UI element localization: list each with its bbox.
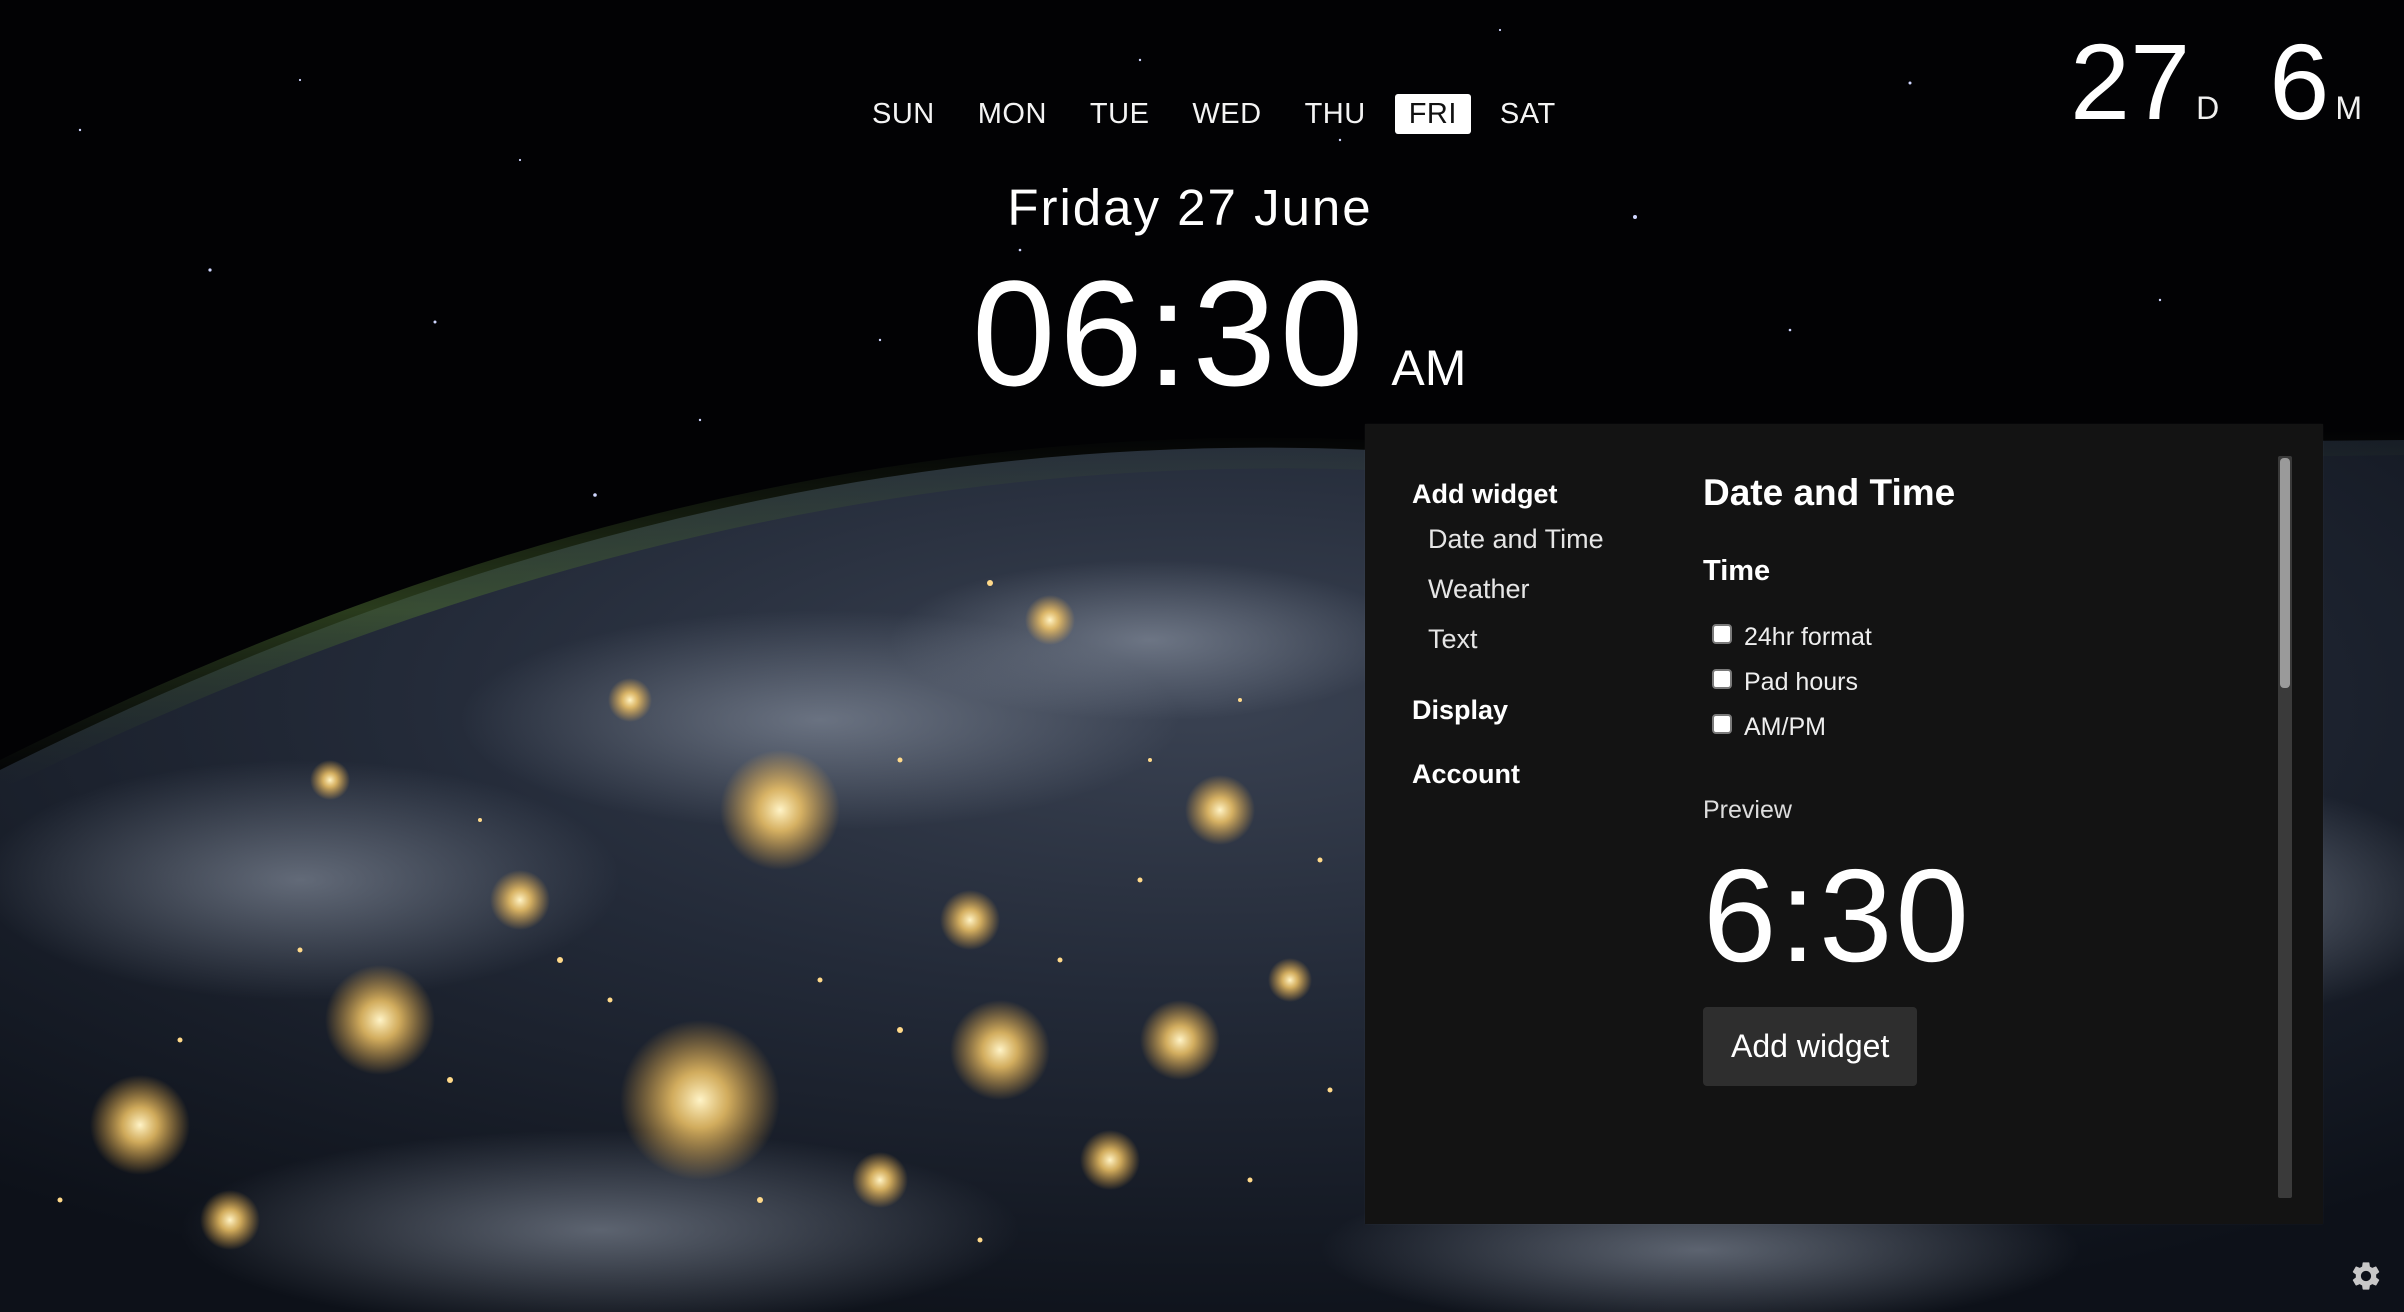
clock-time: 06:30	[972, 249, 1368, 417]
day-mon[interactable]: MON	[964, 94, 1061, 134]
day-of-week-strip: SUN MON TUE WED THU FRI SAT	[858, 94, 1585, 134]
countdown-months-value: 6	[2269, 21, 2330, 142]
nav-display[interactable]: Display	[1412, 690, 1604, 730]
gear-icon[interactable]	[2349, 1259, 2383, 1293]
settings-nav: Add widget Date and Time Weather Text Di…	[1412, 474, 1604, 794]
option-24hr-format[interactable]: 24hr format	[1703, 615, 2263, 660]
option-am-pm[interactable]: AM/PM	[1703, 705, 2263, 750]
countdown-widget: 27 D 6 M	[2070, 28, 2362, 136]
settings-content: Date and Time Time 24hr format Pad hours…	[1703, 468, 2263, 1086]
checkbox-24hr-format[interactable]	[1712, 623, 1732, 644]
day-sun[interactable]: SUN	[858, 94, 949, 134]
current-date: Friday 27 June	[1007, 179, 1373, 236]
day-fri[interactable]: FRI	[1394, 94, 1471, 134]
day-thu[interactable]: THU	[1291, 94, 1380, 134]
time-section-title: Time	[1703, 555, 1771, 587]
content-title: Date and Time	[1703, 472, 1956, 513]
new-tab-page: SUN MON TUE WED THU FRI SAT 27 D 6 M Fri…	[0, 0, 2404, 1312]
panel-scrollbar-thumb[interactable]	[2280, 458, 2290, 688]
preview-time: 6:30	[1703, 842, 1972, 989]
add-widget-button[interactable]: Add widget	[1703, 1007, 1918, 1086]
nav-account[interactable]: Account	[1412, 754, 1604, 794]
countdown-days-unit: D	[2196, 90, 2220, 126]
option-label: 24hr format	[1744, 623, 1872, 651]
checkbox-pad-hours[interactable]	[1712, 668, 1732, 689]
nav-add-widget[interactable]: Add widget	[1412, 474, 1604, 514]
main-clock: 06:30 AM	[972, 258, 1466, 408]
nav-item-text[interactable]: Text	[1412, 614, 1604, 664]
checkbox-am-pm[interactable]	[1712, 713, 1732, 734]
option-label: Pad hours	[1744, 668, 1858, 696]
day-sat[interactable]: SAT	[1486, 94, 1570, 134]
day-wed[interactable]: WED	[1178, 94, 1275, 134]
clock-ampm: AM	[1391, 340, 1467, 396]
time-options: 24hr format Pad hours AM/PM	[1703, 615, 2263, 750]
option-pad-hours[interactable]: Pad hours	[1703, 660, 2263, 705]
settings-panel: Add widget Date and Time Weather Text Di…	[1365, 424, 2323, 1224]
countdown-days-value: 27	[2070, 21, 2191, 142]
option-label: AM/PM	[1744, 713, 1826, 741]
panel-scrollbar[interactable]	[2278, 456, 2292, 1198]
nav-item-weather[interactable]: Weather	[1412, 564, 1604, 614]
countdown-months-unit: M	[2335, 90, 2362, 126]
nav-item-date-and-time[interactable]: Date and Time	[1412, 514, 1604, 564]
day-tue[interactable]: TUE	[1076, 94, 1164, 134]
preview-label: Preview	[1703, 796, 1792, 824]
